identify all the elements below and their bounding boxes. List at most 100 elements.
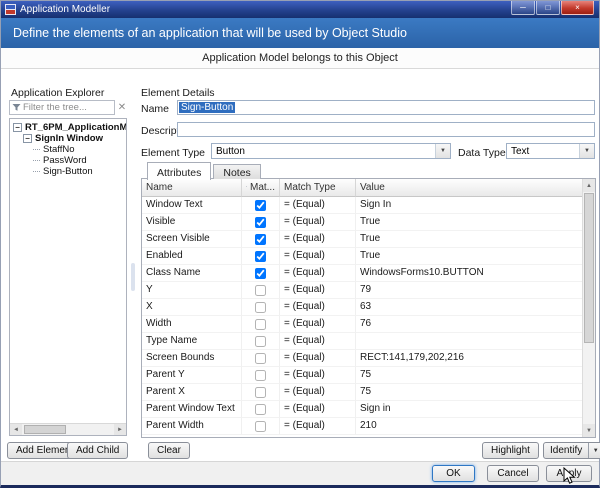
panel-splitter[interactable] xyxy=(128,118,137,436)
scroll-left-icon[interactable]: ◄ xyxy=(10,424,22,435)
attribute-match-checkbox[interactable] xyxy=(255,386,266,398)
tree-item-sign-button[interactable]: Sign-Button xyxy=(11,166,125,177)
attribute-match-checkbox[interactable] xyxy=(255,267,266,279)
highlight-button[interactable]: Highlight xyxy=(482,442,539,459)
attribute-row[interactable]: Parent Width = (Equal) 210 xyxy=(142,418,582,435)
clear-button[interactable]: Clear xyxy=(148,442,190,459)
identify-dropdown-icon[interactable]: ▼ xyxy=(588,443,600,458)
splitter-handle-icon xyxy=(130,263,135,291)
attribute-match-type-cell[interactable]: = (Equal) xyxy=(280,333,356,350)
close-button[interactable]: × xyxy=(561,1,594,15)
attribute-match-type-cell[interactable]: = (Equal) xyxy=(280,401,356,418)
tab-attributes[interactable]: Attributes xyxy=(147,162,212,180)
attribute-row[interactable]: Parent Window Text = (Equal) Sign in xyxy=(142,401,582,418)
chevron-down-icon[interactable]: ▼ xyxy=(435,144,450,158)
add-child-button[interactable]: Add Child xyxy=(67,442,129,459)
attribute-match-type-cell[interactable]: = (Equal) xyxy=(280,214,356,231)
tree-filter-row: ✕ xyxy=(9,100,129,115)
identify-split-button[interactable]: Identify ▼ xyxy=(543,442,600,459)
attributes-vertical-scrollbar[interactable]: ▲ ▼ xyxy=(582,179,595,437)
ok-button[interactable]: OK xyxy=(432,465,475,482)
column-header-name[interactable]: Name xyxy=(142,179,242,197)
column-header-value[interactable]: Value xyxy=(356,179,582,197)
attribute-row[interactable]: Type Name = (Equal) xyxy=(142,333,582,350)
attribute-row[interactable]: Screen Bounds = (Equal) RECT:141,179,202,2… xyxy=(142,350,582,367)
attribute-match-type-cell[interactable]: = (Equal) xyxy=(280,197,356,214)
attribute-match-type-cell[interactable]: = (Equal) xyxy=(280,418,356,435)
attribute-match-checkbox[interactable] xyxy=(255,216,266,228)
attribute-match-type-cell[interactable]: = (Equal) xyxy=(280,231,356,248)
attribute-name-cell: Screen Bounds xyxy=(142,350,242,367)
data-type-select[interactable]: Text ▼ xyxy=(506,143,595,159)
attribute-row[interactable]: X = (Equal) 63 xyxy=(142,299,582,316)
tree-item-label: StaffNo xyxy=(43,144,75,155)
application-tree[interactable]: −RT_6PM_ApplicationModuler−SignIn Window… xyxy=(9,118,127,436)
attribute-row[interactable]: Window Text = (Equal) Sign In xyxy=(142,197,582,214)
attribute-match-type-cell[interactable]: = (Equal) xyxy=(280,367,356,384)
tree-horizontal-scrollbar[interactable]: ◄ ► xyxy=(10,423,126,435)
scrollbar-thumb[interactable] xyxy=(24,425,66,434)
attributes-table-header: Name Mat... Match Type Value xyxy=(142,179,582,197)
attribute-match-type-cell[interactable]: = (Equal) xyxy=(280,248,356,265)
attribute-row[interactable]: Enabled = (Equal) True xyxy=(142,248,582,265)
tree-item-signin-window[interactable]: − SignIn Window xyxy=(11,133,125,144)
attribute-match-checkbox[interactable] xyxy=(255,403,266,415)
attribute-match-checkbox[interactable] xyxy=(255,420,266,432)
tree-item-password[interactable]: PassWord xyxy=(11,155,125,166)
attribute-name-cell: Y xyxy=(142,282,242,299)
scroll-right-icon[interactable]: ► xyxy=(114,424,126,435)
attribute-name-cell: Window Text xyxy=(142,197,242,214)
attribute-match-checkbox[interactable] xyxy=(255,250,266,262)
element-type-select[interactable]: Button ▼ xyxy=(211,143,451,159)
column-header-match-type[interactable]: Match Type xyxy=(280,179,356,197)
tree-filter-input[interactable] xyxy=(23,102,112,113)
subtitle-text: Application Model belongs to this Object xyxy=(202,52,398,64)
tree-item-rt-6pm-applicationmoduler[interactable]: −RT_6PM_ApplicationModuler xyxy=(11,122,126,133)
attribute-match-checkbox[interactable] xyxy=(255,284,266,296)
attribute-match-checkbox[interactable] xyxy=(255,335,266,347)
column-header-match[interactable]: Mat... xyxy=(242,179,280,197)
maximize-button[interactable]: □ xyxy=(536,1,560,15)
attribute-match-checkbox[interactable] xyxy=(255,352,266,364)
titlebar[interactable]: Application Modeller ─ □ × xyxy=(1,1,599,18)
attribute-match-checkbox[interactable] xyxy=(255,233,266,245)
tree-item-staffno[interactable]: StaffNo xyxy=(11,144,125,155)
tree-filter-box[interactable] xyxy=(9,100,115,115)
attribute-match-type-cell[interactable]: = (Equal) xyxy=(280,350,356,367)
attribute-value-cell: True xyxy=(356,248,582,265)
scrollbar-track[interactable] xyxy=(22,424,114,435)
attribute-match-type-cell[interactable]: = (Equal) xyxy=(280,299,356,316)
attribute-match-cell xyxy=(242,214,280,231)
tree-expander-icon[interactable]: − xyxy=(23,134,32,143)
attribute-row[interactable]: Screen Visible = (Equal) True xyxy=(142,231,582,248)
description-input[interactable] xyxy=(177,122,595,137)
attribute-row[interactable]: Parent X = (Equal) 75 xyxy=(142,384,582,401)
attribute-match-type-cell[interactable]: = (Equal) xyxy=(280,316,356,333)
attribute-row[interactable]: Visible = (Equal) True xyxy=(142,214,582,231)
tab-notes[interactable]: Notes xyxy=(213,164,261,179)
attribute-match-checkbox[interactable] xyxy=(255,318,266,330)
attribute-match-cell xyxy=(242,231,280,248)
attribute-match-checkbox[interactable] xyxy=(255,199,266,211)
minimize-button[interactable]: ─ xyxy=(511,1,535,15)
name-input[interactable]: Sign-Button xyxy=(177,100,595,115)
element-type-value: Button xyxy=(216,146,245,157)
scroll-up-icon[interactable]: ▲ xyxy=(583,179,595,192)
scroll-down-icon[interactable]: ▼ xyxy=(583,424,595,437)
attribute-match-checkbox[interactable] xyxy=(255,301,266,313)
attribute-row[interactable]: Parent Y = (Equal) 75 xyxy=(142,367,582,384)
attribute-row[interactable]: Class Name = (Equal) WindowsForms10.BUTTON xyxy=(142,265,582,282)
filter-clear-icon[interactable]: ✕ xyxy=(115,101,129,115)
attribute-match-type-cell[interactable]: = (Equal) xyxy=(280,282,356,299)
attribute-match-checkbox[interactable] xyxy=(255,369,266,381)
scrollbar-thumb[interactable] xyxy=(584,193,594,343)
identify-button[interactable]: Identify xyxy=(544,443,588,458)
attribute-value-cell: 75 xyxy=(356,367,582,384)
attribute-match-type-cell[interactable]: = (Equal) xyxy=(280,384,356,401)
attribute-row[interactable]: Y = (Equal) 79 xyxy=(142,282,582,299)
cancel-button[interactable]: Cancel xyxy=(487,465,539,482)
attribute-match-type-cell[interactable]: = (Equal) xyxy=(280,265,356,282)
attribute-row[interactable]: Width = (Equal) 76 xyxy=(142,316,582,333)
tree-expander-icon[interactable]: − xyxy=(13,123,22,132)
chevron-down-icon[interactable]: ▼ xyxy=(579,144,594,158)
